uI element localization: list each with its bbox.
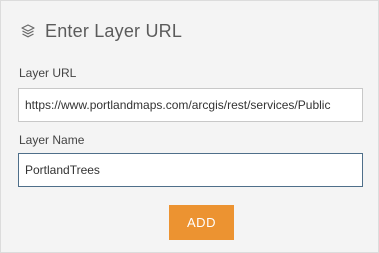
layer-name-input[interactable]	[18, 153, 363, 187]
panel-title: Enter Layer URL	[45, 20, 183, 41]
layers-icon	[18, 21, 38, 41]
layer-url-input[interactable]	[18, 88, 363, 122]
enter-layer-url-panel: Enter Layer URL Layer URL Layer Name ADD	[0, 0, 379, 253]
panel-header: Enter Layer URL	[18, 20, 182, 42]
add-button[interactable]: ADD	[169, 205, 234, 240]
layer-name-label: Layer Name	[19, 133, 85, 147]
layer-url-label: Layer URL	[19, 66, 77, 80]
